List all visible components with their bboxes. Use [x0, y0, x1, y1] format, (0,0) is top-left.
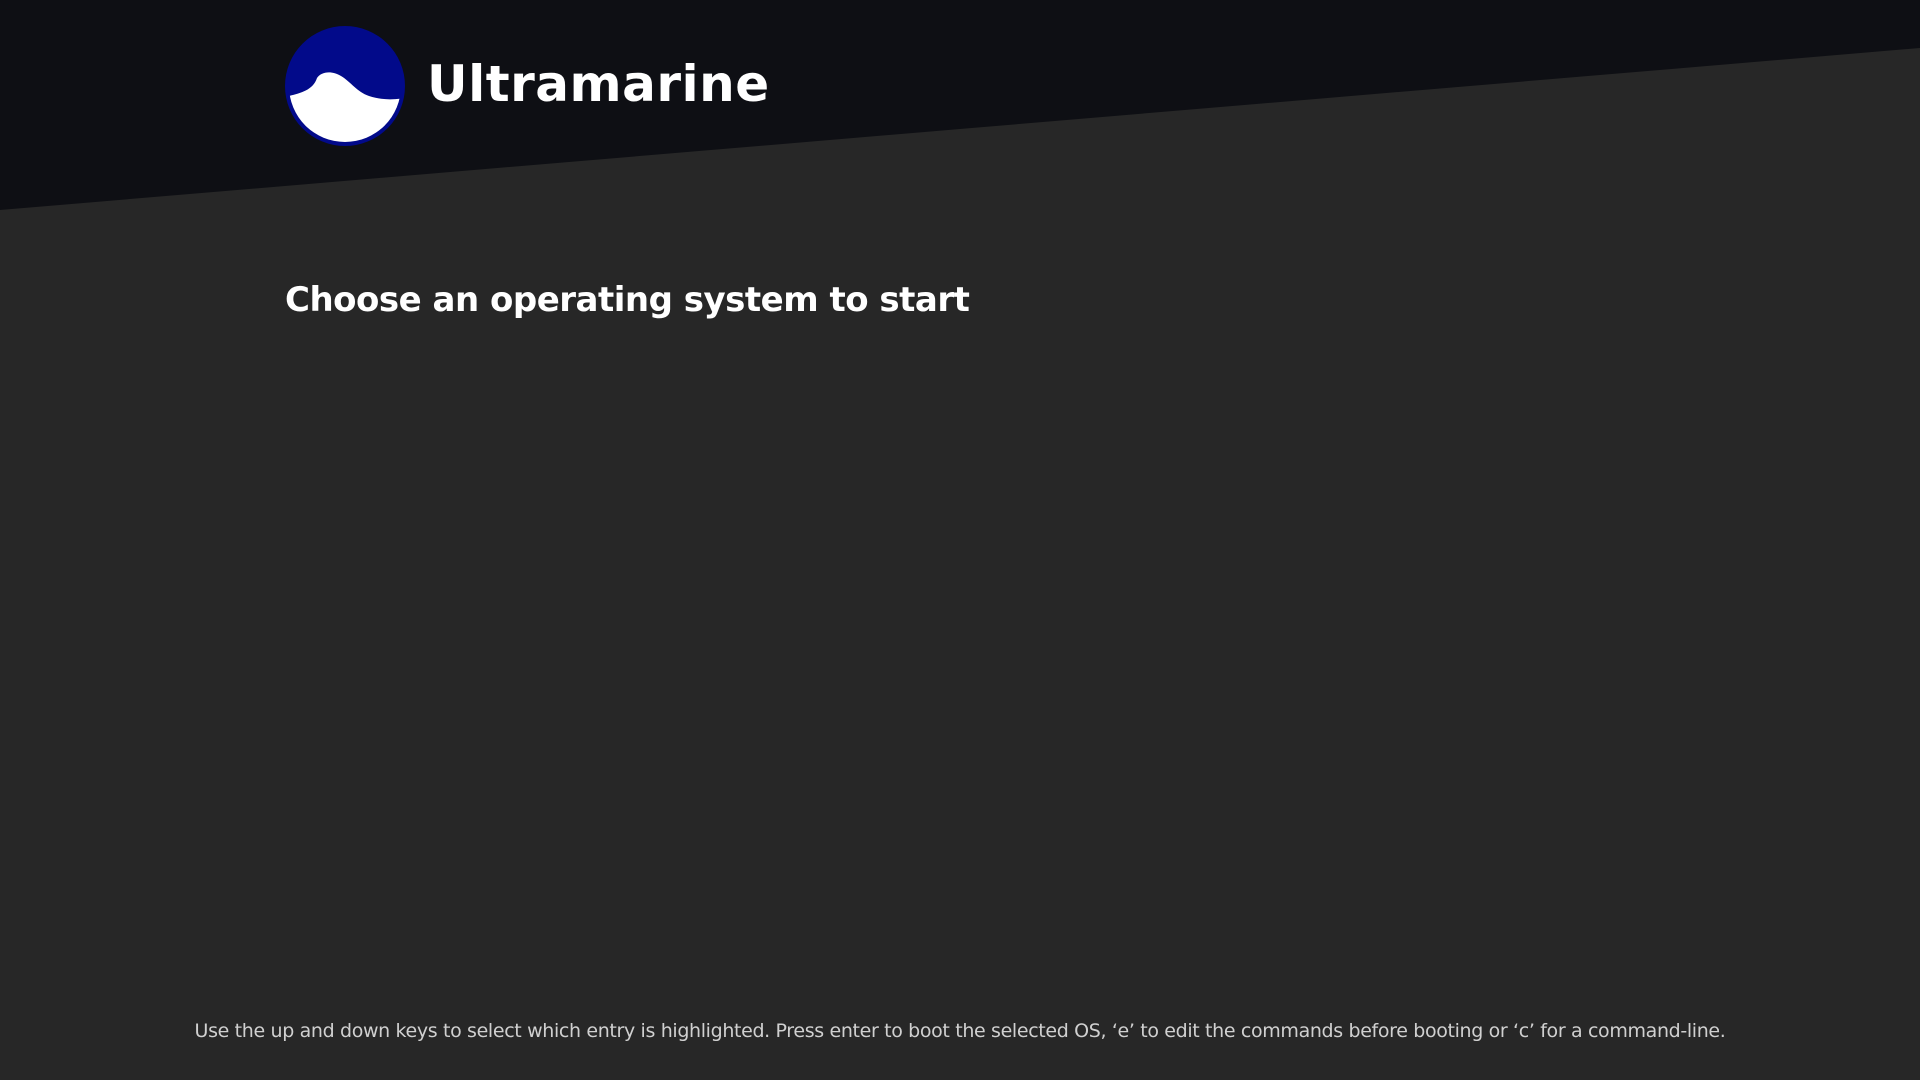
help-text: Use the up and down keys to select which… — [194, 1020, 1726, 1042]
boot-entry-list[interactable] — [285, 350, 1635, 950]
brand-name: Ultramarine — [427, 55, 770, 113]
boot-menu-screen: Ultramarine Choose an operating system t… — [0, 0, 1920, 1080]
menu-heading: Choose an operating system to start — [285, 280, 970, 320]
ultramarine-logo-icon — [285, 26, 405, 146]
